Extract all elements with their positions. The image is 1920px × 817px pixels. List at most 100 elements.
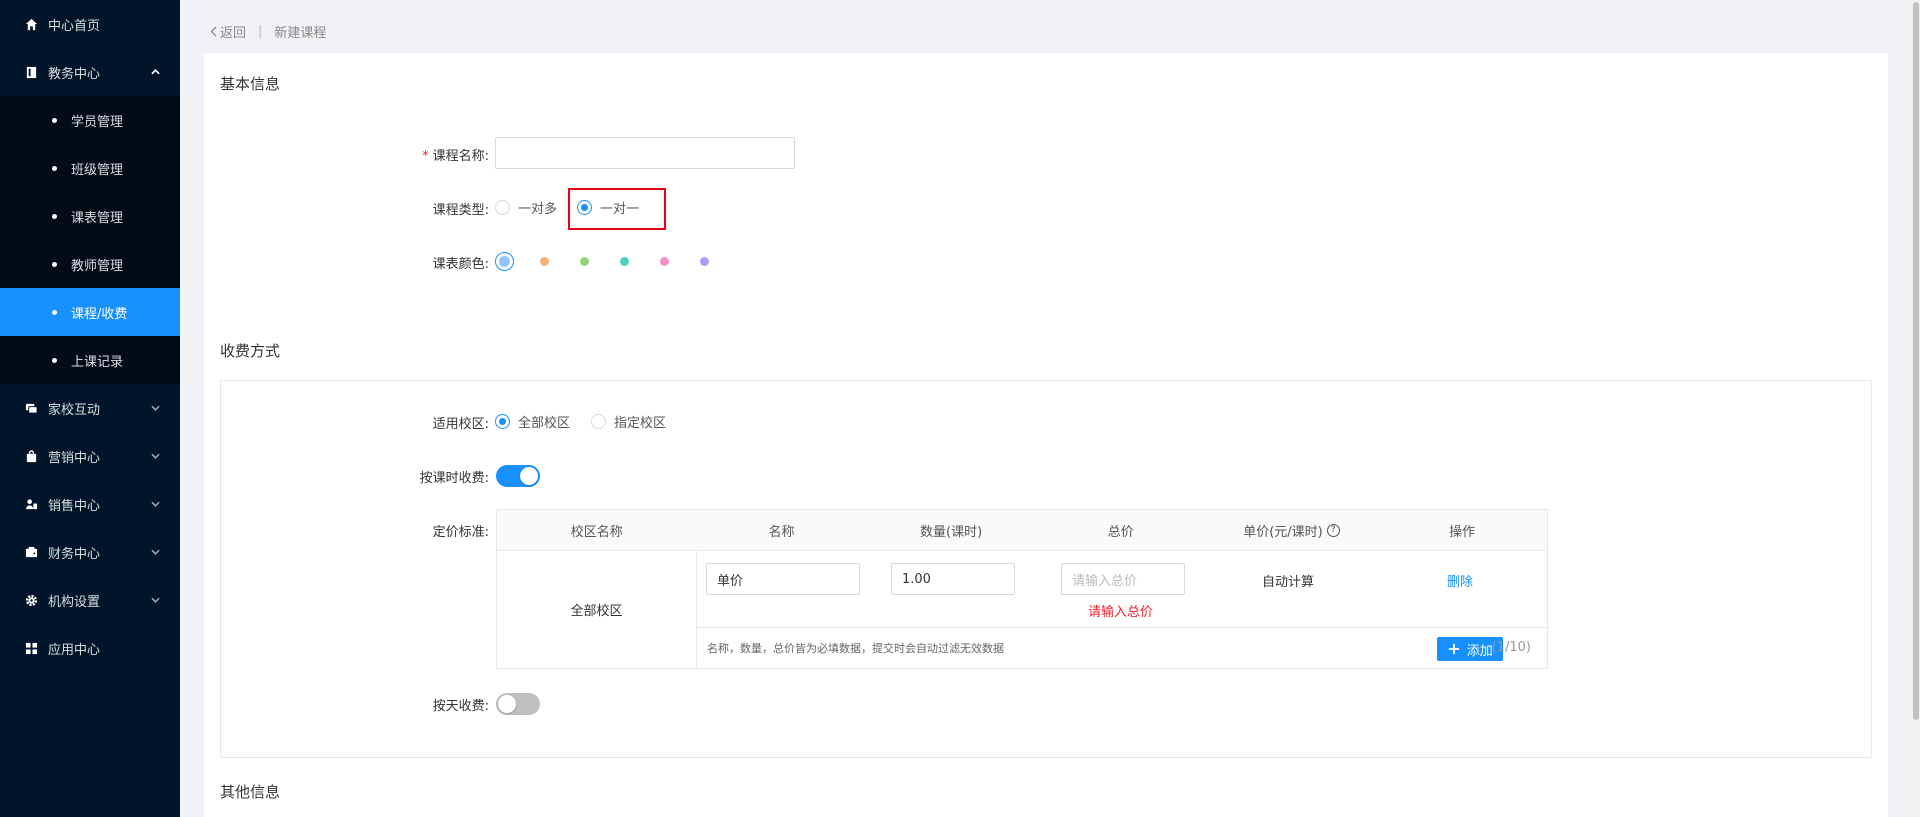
course-name-input[interactable] bbox=[495, 137, 795, 169]
section-title-fee: 收费方式 bbox=[220, 342, 281, 360]
question-circle-icon[interactable]: ? bbox=[1326, 523, 1340, 537]
add-button-label: 添加 bbox=[1466, 643, 1493, 659]
sidebar-subitem-classes[interactable]: 班级管理 bbox=[0, 144, 180, 192]
color-swatch[interactable] bbox=[580, 257, 589, 266]
column-header-unit-price: 单价(元/课时) ? bbox=[1206, 510, 1378, 550]
table-body: 全部校区 单价 1.00 请输入总价 请输入总价 自动计算 删除 名称，数量，总… bbox=[497, 551, 1549, 668]
column-header: 名称 bbox=[768, 524, 795, 540]
radio-circle bbox=[495, 200, 510, 215]
sidebar-item-settings[interactable]: 机构设置 bbox=[0, 576, 180, 624]
radio-circle bbox=[591, 414, 606, 429]
column-header: 数量(课时) bbox=[920, 524, 983, 540]
by-lesson-label: 按课时收费: bbox=[419, 471, 489, 486]
sidebar: 中心首页 教务中心 学员管理 班级管理 课表管理 教师管理 课程/收费 上课记录… bbox=[0, 0, 180, 817]
color-swatch-selected[interactable] bbox=[495, 252, 514, 271]
chevron-down-icon bbox=[150, 403, 160, 413]
book-icon bbox=[24, 65, 38, 79]
sidebar-subitem-courses-fees[interactable]: 课程/收费 bbox=[0, 288, 180, 336]
table-hint: 名称，数量，总价皆为必填数据，提交时会自动过滤无效数据 bbox=[707, 642, 1004, 655]
delete-link[interactable]: 删除 bbox=[1447, 571, 1473, 590]
table-footer-row: 名称，数量，总价皆为必填数据，提交时会自动过滤无效数据 + 添加 (1/10) bbox=[697, 628, 1549, 668]
chat-icon bbox=[24, 401, 38, 415]
grid-icon bbox=[24, 641, 38, 655]
breadcrumb-separator: | bbox=[258, 24, 263, 39]
sidebar-subitem-teachers[interactable]: 教师管理 bbox=[0, 240, 180, 288]
by-day-switch[interactable] bbox=[496, 693, 540, 715]
quantity-input[interactable]: 1.00 bbox=[891, 563, 1015, 595]
section-title-other: 其他信息 bbox=[220, 783, 281, 801]
bag-icon bbox=[24, 449, 38, 463]
bullet-icon bbox=[52, 261, 57, 267]
table-row: 单价 1.00 请输入总价 请输入总价 自动计算 删除 bbox=[697, 551, 1549, 628]
breadcrumb: 返回 | 新建课程 bbox=[210, 22, 326, 41]
sidebar-item-finance[interactable]: 财务中心 bbox=[0, 528, 180, 576]
gear-icon bbox=[24, 593, 38, 607]
campus-radio-all[interactable]: 全部校区 bbox=[495, 412, 570, 431]
sidebar-item-academic[interactable]: 教务中心 bbox=[0, 48, 180, 96]
sidebar-item-label: 财务中心 bbox=[48, 546, 101, 562]
by-day-label: 按天收费: bbox=[432, 699, 489, 714]
subitem-label: 班级管理 bbox=[71, 162, 124, 178]
bullet-icon bbox=[52, 165, 57, 171]
radio-label: 一对多 bbox=[518, 202, 558, 217]
bullet-icon bbox=[52, 213, 57, 219]
sidebar-subitem-students[interactable]: 学员管理 bbox=[0, 96, 180, 144]
price-name-input[interactable]: 单价 bbox=[706, 563, 860, 595]
chevron-down-icon bbox=[150, 547, 160, 557]
course-name-label-text: 课程名称: bbox=[432, 149, 489, 164]
wallet-icon bbox=[24, 545, 38, 559]
campus-radio-specific[interactable]: 指定校区 bbox=[591, 412, 666, 431]
total-price-error: 请输入总价 bbox=[1088, 605, 1154, 620]
subitem-label: 学员管理 bbox=[71, 114, 124, 130]
sidebar-item-label: 销售中心 bbox=[48, 498, 101, 514]
sidebar-subitem-attendance[interactable]: 上课记录 bbox=[0, 336, 180, 384]
subitem-label: 课表管理 bbox=[71, 210, 124, 226]
users-icon bbox=[24, 497, 38, 511]
color-swatch[interactable] bbox=[620, 257, 629, 266]
course-type-radio-one-to-many[interactable]: 一对多 bbox=[495, 198, 557, 217]
column-header-text: 单价(元/课时) bbox=[1243, 524, 1323, 540]
sidebar-item-label: 应用中心 bbox=[48, 642, 101, 658]
subitem-label: 教师管理 bbox=[71, 258, 124, 274]
back-link[interactable]: 返回 bbox=[210, 22, 246, 41]
color-swatch[interactable] bbox=[700, 257, 709, 266]
scrollbar-thumb[interactable] bbox=[1913, 2, 1919, 720]
campus-label: 适用校区: bbox=[432, 417, 489, 432]
breadcrumb-current: 新建课程 bbox=[274, 26, 327, 41]
schedule-color-label: 课表颜色: bbox=[432, 257, 489, 272]
highlight-annotation bbox=[568, 188, 666, 230]
unit-price-value: 自动计算 bbox=[1262, 575, 1315, 590]
course-name-label: * 课程名称: bbox=[369, 145, 489, 164]
color-swatch-inner bbox=[499, 256, 510, 267]
color-swatch[interactable] bbox=[660, 257, 669, 266]
sidebar-subitem-schedule[interactable]: 课表管理 bbox=[0, 192, 180, 240]
total-price-input[interactable]: 请输入总价 bbox=[1061, 563, 1185, 595]
by-lesson-switch[interactable] bbox=[496, 465, 540, 487]
switch-knob bbox=[498, 695, 516, 713]
table-cell-campus: 全部校区 bbox=[497, 551, 697, 668]
radio-label: 指定校区 bbox=[614, 416, 667, 431]
bullet-icon bbox=[52, 117, 57, 123]
sidebar-item-sales[interactable]: 销售中心 bbox=[0, 480, 180, 528]
color-swatch[interactable] bbox=[540, 257, 549, 266]
sidebar-item-marketing[interactable]: 营销中心 bbox=[0, 432, 180, 480]
subitem-label: 上课记录 bbox=[71, 354, 124, 370]
chevron-left-icon bbox=[210, 26, 217, 37]
chevron-down-icon bbox=[150, 595, 160, 605]
chevron-up-icon bbox=[150, 67, 160, 77]
sidebar-item-label: 家校互动 bbox=[48, 402, 101, 418]
bullet-icon bbox=[52, 357, 57, 363]
sidebar-item-home[interactable]: 中心首页 bbox=[0, 0, 180, 48]
sidebar-item-label: 中心首页 bbox=[48, 18, 101, 34]
column-header: 校区名称 bbox=[570, 524, 623, 540]
academic-submenu: 学员管理 班级管理 课表管理 教师管理 课程/收费 上课记录 bbox=[0, 96, 180, 384]
subitem-label: 课程/收费 bbox=[71, 306, 128, 322]
switch-knob bbox=[520, 467, 538, 485]
chevron-down-icon bbox=[150, 499, 160, 509]
plus-icon: + bbox=[1447, 639, 1461, 658]
sidebar-item-home-school[interactable]: 家校互动 bbox=[0, 384, 180, 432]
sidebar-item-apps[interactable]: 应用中心 bbox=[0, 624, 180, 672]
column-header: 总价 bbox=[1107, 524, 1134, 540]
page-scrollbar[interactable] bbox=[1912, 0, 1920, 817]
column-header: 操作 bbox=[1449, 524, 1476, 540]
